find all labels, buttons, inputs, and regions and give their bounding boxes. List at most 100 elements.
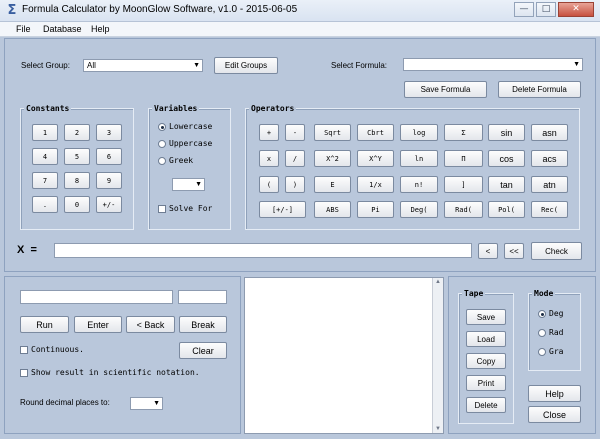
key-0[interactable]: 0 xyxy=(64,196,90,213)
key-3[interactable]: 3 xyxy=(96,124,122,141)
help-button[interactable]: Help xyxy=(528,385,581,402)
op-sqrt-button[interactable]: Sqrt xyxy=(314,124,351,141)
operators-title: Operators xyxy=(249,104,297,113)
close-button[interactable]: Close xyxy=(528,406,581,423)
op-x-button[interactable]: x xyxy=(259,150,279,167)
op-log-button[interactable]: log xyxy=(400,124,438,141)
op-cbrt-button[interactable]: Cbrt xyxy=(357,124,394,141)
continuous-label: Continuous. xyxy=(31,345,84,354)
back-button[interactable]: < Back xyxy=(126,316,175,333)
scientific-notation-label: Show result in scientific notation. xyxy=(31,368,200,377)
op-minus-button[interactable]: - xyxy=(285,124,305,141)
radio-gra[interactable] xyxy=(538,348,546,356)
key-sign[interactable]: +/- xyxy=(96,196,122,213)
op-open-paren-button[interactable]: ( xyxy=(259,176,279,193)
select-formula-label: Select Formula: xyxy=(331,61,388,70)
select-group-value: All xyxy=(87,61,96,70)
key-1[interactable]: 1 xyxy=(32,124,58,141)
round-decimal-dropdown[interactable]: ▼ xyxy=(130,397,163,410)
save-formula-button[interactable]: Save Formula xyxy=(404,81,487,98)
select-formula-dropdown[interactable]: ▼ xyxy=(403,58,583,71)
select-group-dropdown[interactable]: All ▼ xyxy=(83,59,203,72)
op-e-button[interactable]: E xyxy=(314,176,351,193)
check-button[interactable]: Check xyxy=(531,242,582,260)
continuous-checkbox[interactable] xyxy=(20,346,28,354)
op-power-button[interactable]: X^Y xyxy=(357,150,394,167)
tape-scrollbar[interactable]: ▲ ▼ xyxy=(432,278,443,433)
key-5[interactable]: 5 xyxy=(64,148,90,165)
run-input-main[interactable] xyxy=(20,290,173,304)
select-group-label: Select Group: xyxy=(21,61,70,70)
op-factorial-button[interactable]: n! xyxy=(400,176,438,193)
close-window-button[interactable]: ✕ xyxy=(558,2,594,17)
scroll-up-arrow-icon[interactable]: ▲ xyxy=(433,278,443,286)
op-divide-button[interactable]: / xyxy=(285,150,305,167)
radio-greek[interactable] xyxy=(158,157,166,165)
expression-input[interactable] xyxy=(54,243,472,258)
scroll-down-arrow-icon[interactable]: ▼ xyxy=(433,425,443,433)
menu-file[interactable]: File xyxy=(16,23,31,36)
op-ln-button[interactable]: ln xyxy=(400,150,438,167)
radio-uppercase[interactable] xyxy=(158,140,166,148)
run-button[interactable]: Run xyxy=(20,316,69,333)
op-deg-button[interactable]: Deg( xyxy=(400,201,438,218)
backspace-button[interactable]: < xyxy=(478,243,498,259)
op-reciprocal-button[interactable]: 1/x xyxy=(357,176,394,193)
key-decimal[interactable]: . xyxy=(32,196,58,213)
uppercase-label: Uppercase xyxy=(169,139,213,148)
tape-load-button[interactable]: Load xyxy=(466,331,506,347)
op-close-paren-button[interactable]: ) xyxy=(285,176,305,193)
tape-delete-button[interactable]: Delete xyxy=(466,397,506,413)
run-input-secondary[interactable] xyxy=(178,290,227,304)
op-pol-button[interactable]: Pol( xyxy=(488,201,525,218)
enter-button[interactable]: Enter xyxy=(74,316,122,333)
clear-button[interactable]: Clear xyxy=(179,342,227,359)
op-close-bracket-button[interactable]: ] xyxy=(444,176,483,193)
maximize-button[interactable]: □ xyxy=(536,2,556,17)
break-button[interactable]: Break xyxy=(179,316,227,333)
op-square-button[interactable]: X^2 xyxy=(314,150,351,167)
scientific-notation-checkbox[interactable] xyxy=(20,369,28,377)
minimize-button[interactable]: — xyxy=(514,2,534,17)
op-atn-button[interactable]: atn xyxy=(531,176,568,193)
mode-title: Mode xyxy=(532,289,556,298)
chevron-down-icon: ▼ xyxy=(193,62,200,69)
key-7[interactable]: 7 xyxy=(32,172,58,189)
solve-for-checkbox[interactable] xyxy=(158,205,166,213)
key-2[interactable]: 2 xyxy=(64,124,90,141)
key-8[interactable]: 8 xyxy=(64,172,90,189)
op-rad-button[interactable]: Rad( xyxy=(444,201,483,218)
rad-label: Rad xyxy=(549,328,564,337)
key-4[interactable]: 4 xyxy=(32,148,58,165)
variable-dropdown[interactable]: ▼ xyxy=(172,178,205,191)
tape-title: Tape xyxy=(462,289,486,298)
op-abs-button[interactable]: ABS xyxy=(314,201,351,218)
menu-database[interactable]: Database xyxy=(43,23,82,36)
radio-rad[interactable] xyxy=(538,329,546,337)
tape-save-button[interactable]: Save xyxy=(466,309,506,325)
op-asn-button[interactable]: asn xyxy=(531,124,568,141)
op-pi-button[interactable]: Pi xyxy=(357,201,394,218)
op-cos-button[interactable]: cos xyxy=(488,150,525,167)
key-9[interactable]: 9 xyxy=(96,172,122,189)
clear-back-button[interactable]: << xyxy=(504,243,524,259)
op-acs-button[interactable]: acs xyxy=(531,150,568,167)
op-rec-button[interactable]: Rec( xyxy=(531,201,568,218)
op-plus-button[interactable]: + xyxy=(259,124,279,141)
tape-output[interactable] xyxy=(244,277,444,434)
op-sigma-button[interactable]: Σ xyxy=(444,124,483,141)
delete-formula-button[interactable]: Delete Formula xyxy=(498,81,581,98)
radio-deg[interactable] xyxy=(538,310,546,318)
edit-groups-button[interactable]: Edit Groups xyxy=(214,57,278,74)
tape-copy-button[interactable]: Copy xyxy=(466,353,506,369)
tape-print-button[interactable]: Print xyxy=(466,375,506,391)
menu-help[interactable]: Help xyxy=(91,23,110,36)
op-sign-bracket-button[interactable]: [+/-] xyxy=(259,201,306,218)
op-sin-button[interactable]: sin xyxy=(488,124,525,141)
op-pi-product-button[interactable]: Π xyxy=(444,150,483,167)
chevron-down-icon: ▼ xyxy=(573,61,580,68)
expression-label: X = xyxy=(17,244,37,256)
key-6[interactable]: 6 xyxy=(96,148,122,165)
radio-lowercase[interactable] xyxy=(158,123,166,131)
op-tan-button[interactable]: tan xyxy=(488,176,525,193)
